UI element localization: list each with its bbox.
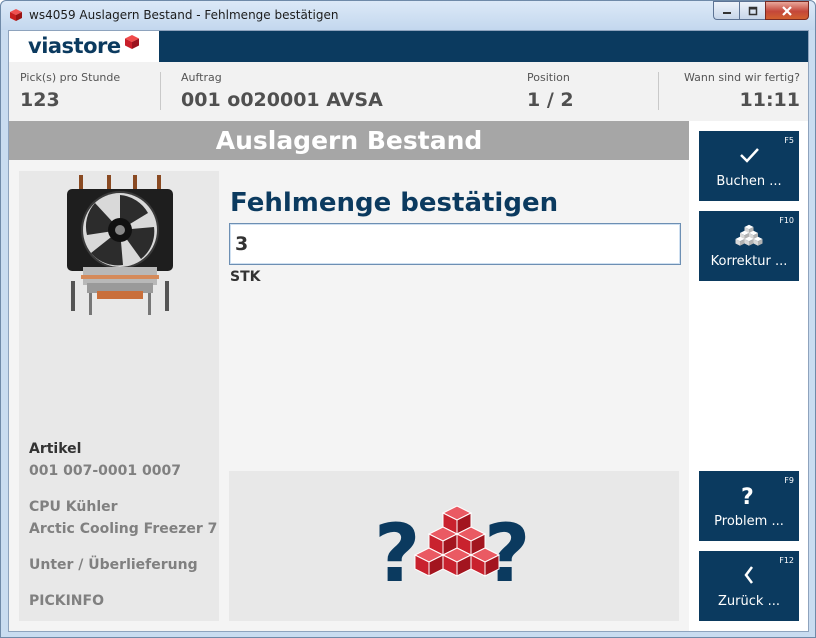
position-value: 1 / 2 [527,89,574,111]
correction-label: Korrektur ... [710,254,788,269]
info-bar: Pick(s) pro Stunde 123 Auftrag 001 o0200… [9,62,808,121]
book-button[interactable]: F5 Buchen ... [699,131,799,201]
article-label: Artikel [29,441,82,457]
picks-value: 123 [20,89,60,111]
book-label: Buchen ... [716,174,782,189]
back-label: Zurück ... [718,594,780,609]
quantity-input[interactable]: 3 [229,223,681,265]
order-value: 001 o020001 AVSA [181,89,383,111]
unit-label: STK [230,269,261,285]
close-button[interactable] [765,1,809,20]
maximize-icon [748,6,757,15]
correction-button[interactable]: F10 Korrektur ... [699,211,799,281]
back-button[interactable]: F12 Zurück ... [699,551,799,621]
svg-text:?: ? [741,485,754,508]
question-cubes-icon: ? ? [374,505,530,600]
check-icon [699,143,799,167]
form-title: Fehlmenge bestätigen [230,188,559,218]
delivery-tolerance: Unter / Überlieferung [29,557,198,573]
maximize-button[interactable] [739,1,765,20]
divider [658,72,659,110]
chevron-left-icon [699,563,799,587]
main-panel: Auslagern Bestand Artikel 001 007-0001 0… [9,121,689,631]
minimize-button[interactable] [713,1,739,20]
page-title: Auslagern Bestand [9,121,689,160]
logo: viastore [9,31,159,62]
cpu-cooler-image [67,175,173,315]
article-description-1: CPU Kühler [29,499,118,515]
finish-info: Wann sind wir fertig? 11:11 [679,62,800,121]
finish-value: 11:11 [739,89,800,111]
article-number: 001 007-0001 0007 [29,463,181,479]
logo-text: viastore [28,34,121,58]
pickinfo: PICKINFO [29,593,104,609]
brand-bar: viastore [9,31,808,62]
cubes-icon [699,223,799,247]
window-title: ws4059 Auslagern Bestand - Fehlmenge bes… [29,8,339,22]
minimize-icon [722,11,731,14]
client-area: viastore Pick(s) pro Stunde 123 Auftrag … [8,30,809,632]
article-panel: Artikel 001 007-0001 0007 CPU Kühler Arc… [19,171,219,621]
problem-button[interactable]: F9 ? Problem ... [699,471,799,541]
divider [160,72,161,110]
action-sidebar: F5 Buchen ... F10 Korrektur ... F9 ? Pro… [689,121,808,631]
application-window: ws4059 Auslagern Bestand - Fehlmenge bes… [0,0,816,638]
window-controls [713,1,809,21]
title-bar[interactable]: ws4059 Auslagern Bestand - Fehlmenge bes… [1,1,815,30]
order-label: Auftrag [181,71,222,84]
finish-label: Wann sind wir fertig? [683,71,800,84]
position-label: Position [527,71,570,84]
problem-label: Problem ... [714,514,784,529]
logo-cube-icon [125,35,139,49]
app-cube-icon [10,9,22,21]
picks-label: Pick(s) pro Stunde [20,71,121,84]
question-icon: ? [699,483,799,508]
article-description-2: Arctic Cooling Freezer 7 [29,521,218,537]
missing-quantity-illustration: ? ? [229,471,679,621]
svg-text:?: ? [374,507,420,600]
close-icon [782,5,792,16]
